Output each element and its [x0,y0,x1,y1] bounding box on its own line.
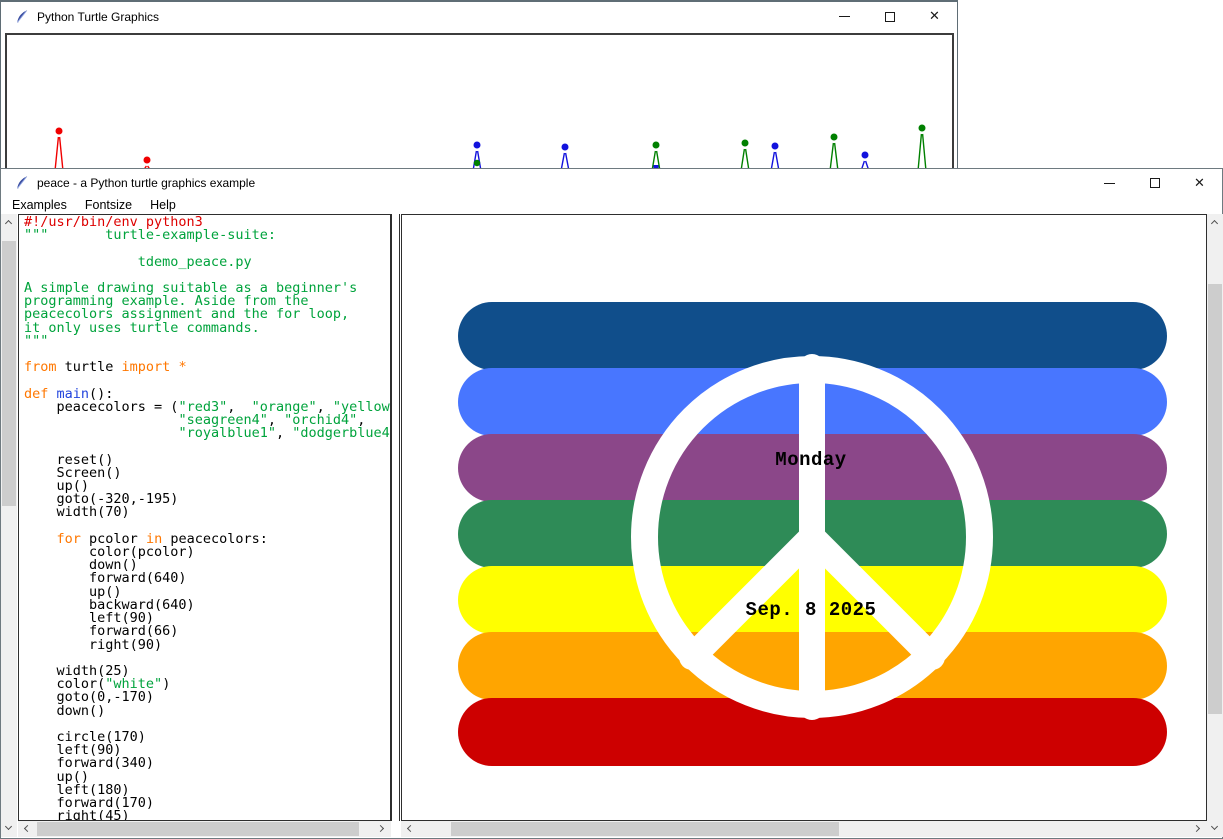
code-line: right(45) [24,810,390,821]
canvas-vertical-scrollbar[interactable] [1207,214,1223,837]
code-line: it only uses turtle commands. [24,322,390,335]
minimize-button[interactable] [1087,169,1132,197]
scroll-left-button[interactable] [18,821,34,837]
code-line: from turtle import * [24,361,390,374]
background-window: Python Turtle Graphics ✕ [0,0,958,169]
date-label: Sep. 8 2025 [746,599,877,621]
menu-bar: Examples Fontsize Help [1,197,1222,214]
code-line: tdemo_peace.py [24,256,390,269]
weekday-label: Monday [775,449,846,471]
scrollbar-thumb[interactable] [1208,284,1222,714]
maximize-button[interactable] [1132,169,1177,197]
code-editor[interactable]: #!/usr/bin/env python3""" turtle-example… [18,214,391,821]
code-line: """ [24,335,390,348]
pane-sash[interactable] [391,214,400,821]
close-button[interactable]: ✕ [1177,169,1222,197]
desktop: Python Turtle Graphics ✕ peace - a Pytho… [0,0,1223,839]
chevron-left-icon [24,825,31,832]
code-horizontal-scrollbar[interactable] [18,821,391,837]
scroll-left-button[interactable] [401,821,417,837]
background-window-title: Python Turtle Graphics [37,10,159,24]
maximize-icon [1150,178,1160,188]
peace-right-leg [812,537,932,657]
chevron-up-icon [1211,220,1218,227]
maximize-icon [885,12,895,22]
chevron-up-icon [5,220,12,227]
scrollbar-thumb[interactable] [451,822,839,836]
menu-fontsize[interactable]: Fontsize [76,197,141,214]
maximize-button[interactable] [867,2,912,31]
canvas-horizontal-scrollbar[interactable] [401,821,1207,837]
menu-examples[interactable]: Examples [3,197,76,214]
peace-window-controls: ✕ [1087,169,1222,197]
chevron-right-icon [377,825,384,832]
code-line: right(90) [24,639,390,652]
code-line: down() [24,705,390,718]
minimize-icon [1104,183,1115,184]
scrollbar-thumb[interactable] [2,241,16,506]
menu-help[interactable]: Help [141,197,185,214]
peace-canvas: Monday Sep. 8 2025 [401,214,1207,821]
background-window-controls: ✕ [822,2,957,31]
peace-window-titlebar[interactable]: peace - a Python turtle graphics example… [1,169,1222,197]
peace-window: peace - a Python turtle graphics example… [0,168,1223,839]
scroll-right-button[interactable] [375,821,391,837]
code-vertical-scrollbar[interactable] [1,214,17,837]
tk-feather-icon [14,9,30,25]
chevron-right-icon [1193,825,1200,832]
chevron-left-icon [407,825,414,832]
scroll-down-button[interactable] [1207,821,1223,837]
scrollbar-thumb[interactable] [37,822,359,836]
chevron-down-icon [5,823,12,830]
scroll-up-button[interactable] [1207,214,1223,230]
code-text: #!/usr/bin/env python3""" turtle-example… [24,216,390,821]
close-icon: ✕ [1194,177,1205,190]
peace-sign [402,215,1206,820]
tk-feather-icon [14,175,30,191]
code-line: width(70) [24,506,390,519]
code-line: """ turtle-example-suite: [24,229,390,242]
scroll-right-button[interactable] [1191,821,1207,837]
peace-window-title: peace - a Python turtle graphics example [37,176,255,190]
turtle-graphics-canvas [5,33,954,170]
chevron-down-icon [1211,823,1218,830]
minimize-button[interactable] [822,2,867,31]
scroll-down-button[interactable] [1,821,17,837]
scroll-up-button[interactable] [1,214,17,230]
code-line: "royalblue1", "dodgerblue4") [24,427,390,440]
background-window-titlebar[interactable]: Python Turtle Graphics ✕ [1,2,957,31]
turtle-figures [7,35,952,170]
minimize-icon [839,16,850,17]
peace-left-leg [692,537,812,657]
close-icon: ✕ [929,10,940,23]
close-button[interactable]: ✕ [912,2,957,31]
